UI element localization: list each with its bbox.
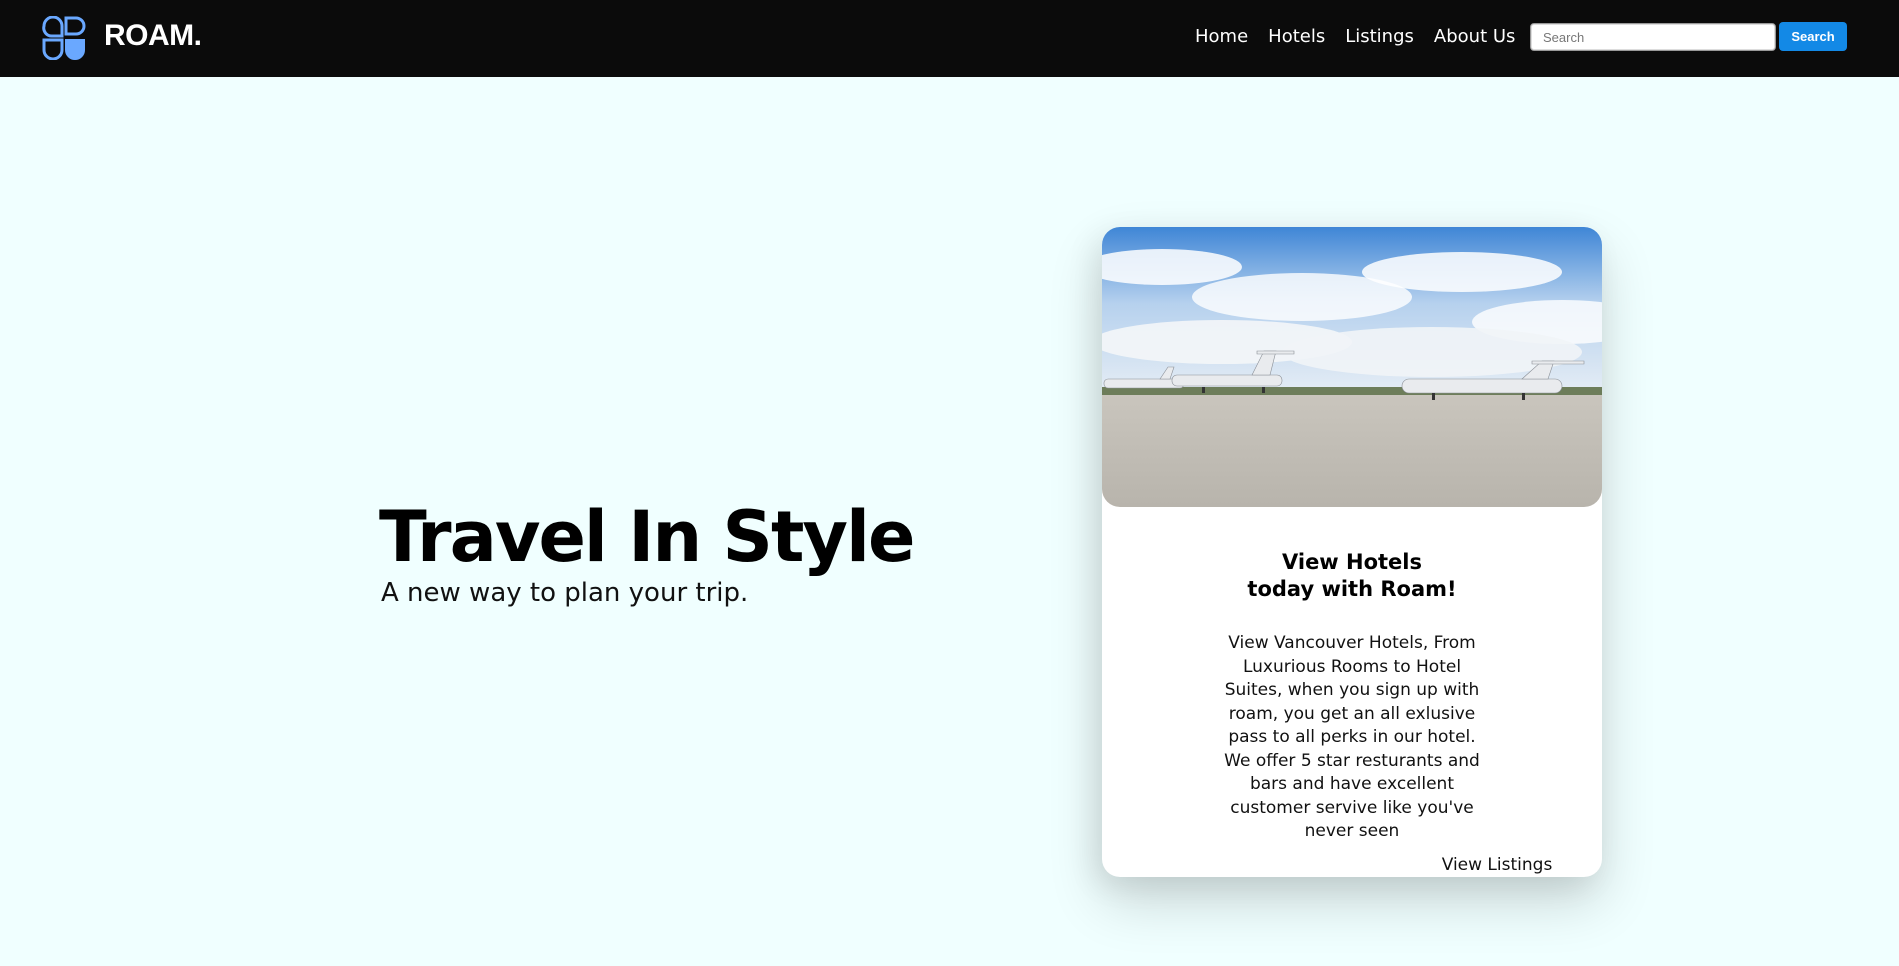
nav-home[interactable]: Home <box>1195 24 1248 50</box>
card-description: View Vancouver Hotels, From Luxurious Ro… <box>1224 633 1480 841</box>
navbar: ROAM. Home Hotels Listings About Us Sear… <box>0 0 1899 77</box>
hero-subtitle: A new way to plan your trip. <box>381 578 749 608</box>
search-input[interactable] <box>1530 23 1776 51</box>
card-title-line2: today with Roam! <box>1247 577 1457 601</box>
card-title: View Hotels today with Roam! <box>1102 549 1602 603</box>
card-title-line1: View Hotels <box>1281 550 1423 574</box>
hotels-card: View Hotels today with Roam! View Vancou… <box>1102 227 1602 877</box>
private-jets-photo <box>1102 227 1602 507</box>
nav-hotels[interactable]: Hotels <box>1268 24 1325 50</box>
card-image <box>1102 227 1602 507</box>
nav-listings[interactable]: Listings <box>1345 24 1414 50</box>
nav-about-us[interactable]: About Us <box>1434 24 1516 50</box>
brand-name[interactable]: ROAM. <box>104 16 202 56</box>
hero-title: Travel In Style <box>379 496 916 578</box>
roam-logo-icon[interactable] <box>42 16 86 60</box>
search-button[interactable]: Search <box>1779 22 1847 51</box>
view-listings-button[interactable]: View Listings <box>1432 853 1562 877</box>
main-nav: Home Hotels Listings About Us <box>1195 24 1535 50</box>
